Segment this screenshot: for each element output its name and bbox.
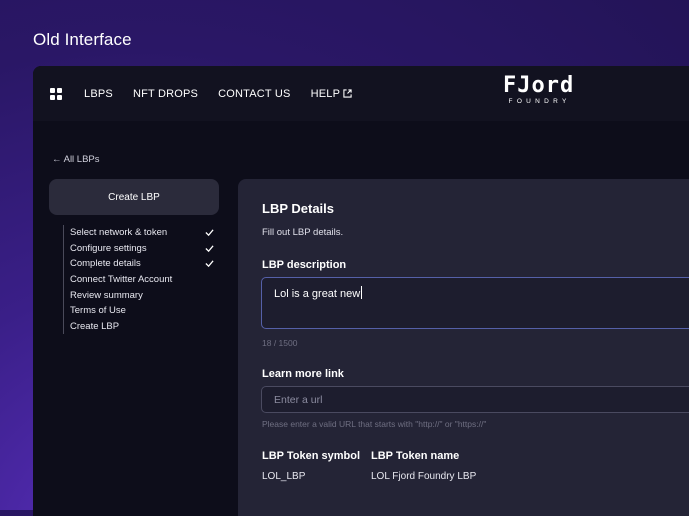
description-textarea[interactable]: Lol is a great new xyxy=(261,277,689,329)
steps-list: Select network & token Configure setting… xyxy=(63,225,214,335)
fjord-foundry-logo[interactable]: FJord FOUNDRY xyxy=(503,74,574,106)
text-caret xyxy=(361,286,363,299)
step-item[interactable]: Select network & token xyxy=(64,225,214,241)
step-item[interactable]: Review summary xyxy=(64,287,214,303)
logo-main-text: FJord xyxy=(503,73,575,98)
description-label: LBP description xyxy=(262,259,347,271)
token-symbol-value: LOL_LBP xyxy=(262,471,306,482)
description-value: Lol is a great new xyxy=(274,288,361,300)
step-label: Terms of Use xyxy=(70,305,126,317)
nav-links: LBPS NFT DROPS CONTACT US HELP xyxy=(84,88,372,100)
step-label: Review summary xyxy=(70,289,143,301)
nav-lbps[interactable]: LBPS xyxy=(84,88,113,100)
check-icon xyxy=(205,260,214,268)
panel-title: LBP Details xyxy=(262,201,335,216)
step-label: Connect Twitter Account xyxy=(70,274,173,286)
panel-subtitle: Fill out LBP details. xyxy=(262,227,344,238)
nav-nft-drops[interactable]: NFT DROPS xyxy=(133,88,198,100)
nav-contact-us[interactable]: CONTACT US xyxy=(218,88,291,100)
step-label: Select network & token xyxy=(70,227,168,239)
step-item[interactable]: Complete details xyxy=(64,256,214,272)
external-link-icon xyxy=(343,89,352,98)
lbp-details-panel: LBP Details Fill out LBP details. LBP de… xyxy=(238,179,689,516)
nav-help-label: HELP xyxy=(310,87,341,100)
back-to-all-lbps-link[interactable]: ← All LBPs xyxy=(52,154,100,165)
step-label: Create LBP xyxy=(70,320,120,332)
step-label: Complete details xyxy=(70,258,141,270)
app-window: LBPS NFT DROPS CONTACT US HELP FJord FOU… xyxy=(33,66,689,516)
check-icon xyxy=(205,245,214,253)
token-symbol-label: LBP Token symbol xyxy=(262,450,361,462)
step-item[interactable]: Create LBP xyxy=(64,319,214,335)
top-nav-bar: LBPS NFT DROPS CONTACT US HELP FJord FOU… xyxy=(33,66,689,121)
caption: Old Interface xyxy=(33,30,132,49)
char-counter: 18 / 1500 xyxy=(262,338,298,348)
token-name-label: LBP Token name xyxy=(371,450,460,462)
link-hint: Please enter a valid URL that starts wit… xyxy=(262,419,487,429)
token-name-value: LOL Fjord Foundry LBP xyxy=(371,471,477,482)
learn-more-link-label: Learn more link xyxy=(262,368,344,380)
step-item[interactable]: Configure settings xyxy=(64,241,214,257)
learn-more-link-placeholder: Enter a url xyxy=(274,393,323,406)
nav-help[interactable]: HELP xyxy=(311,88,353,100)
logo-sub-text: FOUNDRY xyxy=(508,98,571,105)
step-item[interactable]: Terms of Use xyxy=(64,303,214,319)
grid-menu-icon[interactable] xyxy=(50,87,62,100)
step-label: Configure settings xyxy=(70,242,147,254)
check-icon xyxy=(205,229,214,237)
create-lbp-step-header[interactable]: Create LBP xyxy=(49,179,219,215)
step-item[interactable]: Connect Twitter Account xyxy=(64,272,214,288)
learn-more-link-input[interactable]: Enter a url xyxy=(261,386,689,413)
